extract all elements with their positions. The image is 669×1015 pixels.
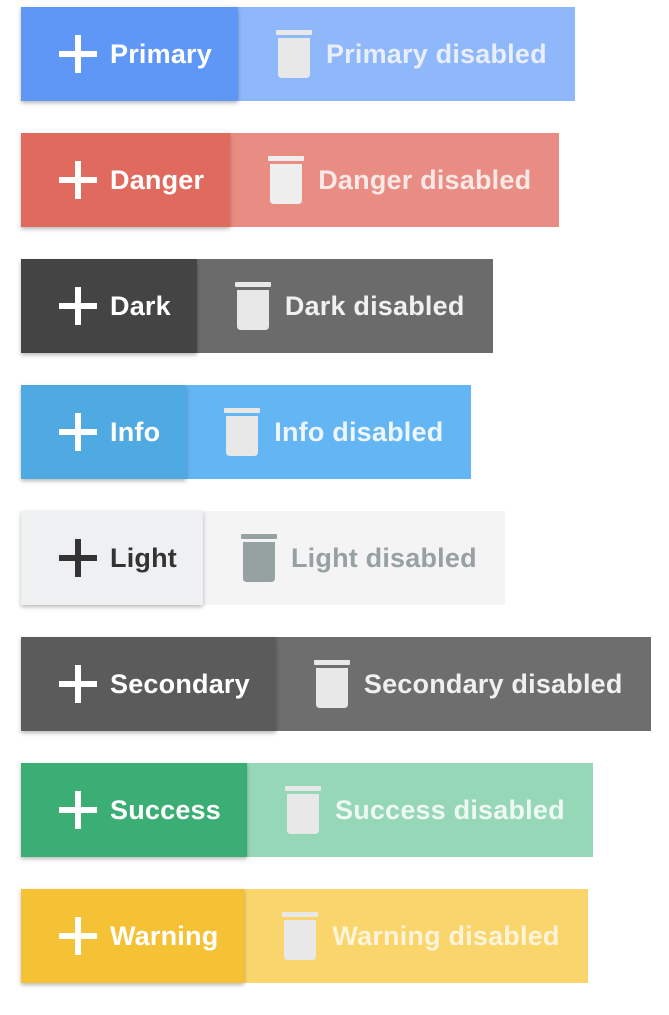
button-showcase: Primary Primary disabled Danger Danger d… (21, 7, 651, 1015)
button-row-secondary: Secondary Secondary disabled (21, 637, 651, 731)
button-row-dark: Dark Dark disabled (21, 259, 651, 353)
light-disabled-button-label: Light disabled (290, 542, 477, 573)
secondary-button[interactable]: Secondary (21, 637, 276, 731)
light-button-label: Light (110, 542, 177, 573)
plus-icon (59, 917, 97, 955)
warning-button[interactable]: Warning (21, 889, 245, 983)
success-disabled-button: Success disabled (246, 763, 593, 857)
warning-disabled-button-label: Warning disabled (332, 920, 560, 951)
plus-icon (59, 287, 97, 325)
info-disabled-button-label: Info disabled (274, 416, 444, 447)
danger-disabled-button: Danger disabled (230, 133, 560, 227)
trash-icon (224, 408, 261, 456)
trash-icon (275, 30, 312, 78)
dark-disabled-button: Dark disabled (196, 259, 493, 353)
plus-icon (59, 413, 97, 451)
trash-icon (268, 156, 305, 204)
light-button[interactable]: Light (21, 511, 203, 605)
plus-icon (59, 35, 97, 73)
trash-icon (282, 912, 319, 960)
primary-button-label: Primary (110, 38, 212, 69)
plus-icon (59, 791, 97, 829)
trash-icon (284, 786, 321, 834)
warning-disabled-button: Warning disabled (244, 889, 588, 983)
primary-button[interactable]: Primary (21, 7, 238, 101)
plus-icon (59, 665, 97, 703)
success-button[interactable]: Success (21, 763, 247, 857)
secondary-disabled-button: Secondary disabled (275, 637, 651, 731)
primary-disabled-button-label: Primary disabled (325, 38, 547, 69)
dark-disabled-button-label: Dark disabled (284, 290, 465, 321)
trash-icon (234, 282, 271, 330)
secondary-button-label: Secondary (110, 668, 250, 699)
primary-disabled-button: Primary disabled (237, 7, 575, 101)
plus-icon (59, 161, 97, 199)
success-button-label: Success (110, 794, 221, 825)
button-row-success: Success Success disabled (21, 763, 651, 857)
info-button-label: Info (110, 416, 161, 447)
danger-button-label: Danger (110, 164, 205, 195)
danger-disabled-button-label: Danger disabled (318, 164, 532, 195)
danger-button[interactable]: Danger (21, 133, 231, 227)
plus-icon (59, 539, 97, 577)
button-row-primary: Primary Primary disabled (21, 7, 651, 101)
button-row-info: Info Info disabled (21, 385, 651, 479)
button-row-light: Light Light disabled (21, 511, 651, 605)
trash-icon (313, 660, 350, 708)
dark-button[interactable]: Dark (21, 259, 197, 353)
info-button[interactable]: Info (21, 385, 187, 479)
button-row-warning: Warning Warning disabled (21, 889, 651, 983)
warning-button-label: Warning (110, 920, 219, 951)
secondary-disabled-button-label: Secondary disabled (363, 668, 623, 699)
button-row-danger: Danger Danger disabled (21, 133, 651, 227)
light-disabled-button: Light disabled (202, 511, 505, 605)
info-disabled-button: Info disabled (186, 385, 472, 479)
success-disabled-button-label: Success disabled (334, 794, 565, 825)
trash-icon (240, 534, 277, 582)
dark-button-label: Dark (110, 290, 171, 321)
